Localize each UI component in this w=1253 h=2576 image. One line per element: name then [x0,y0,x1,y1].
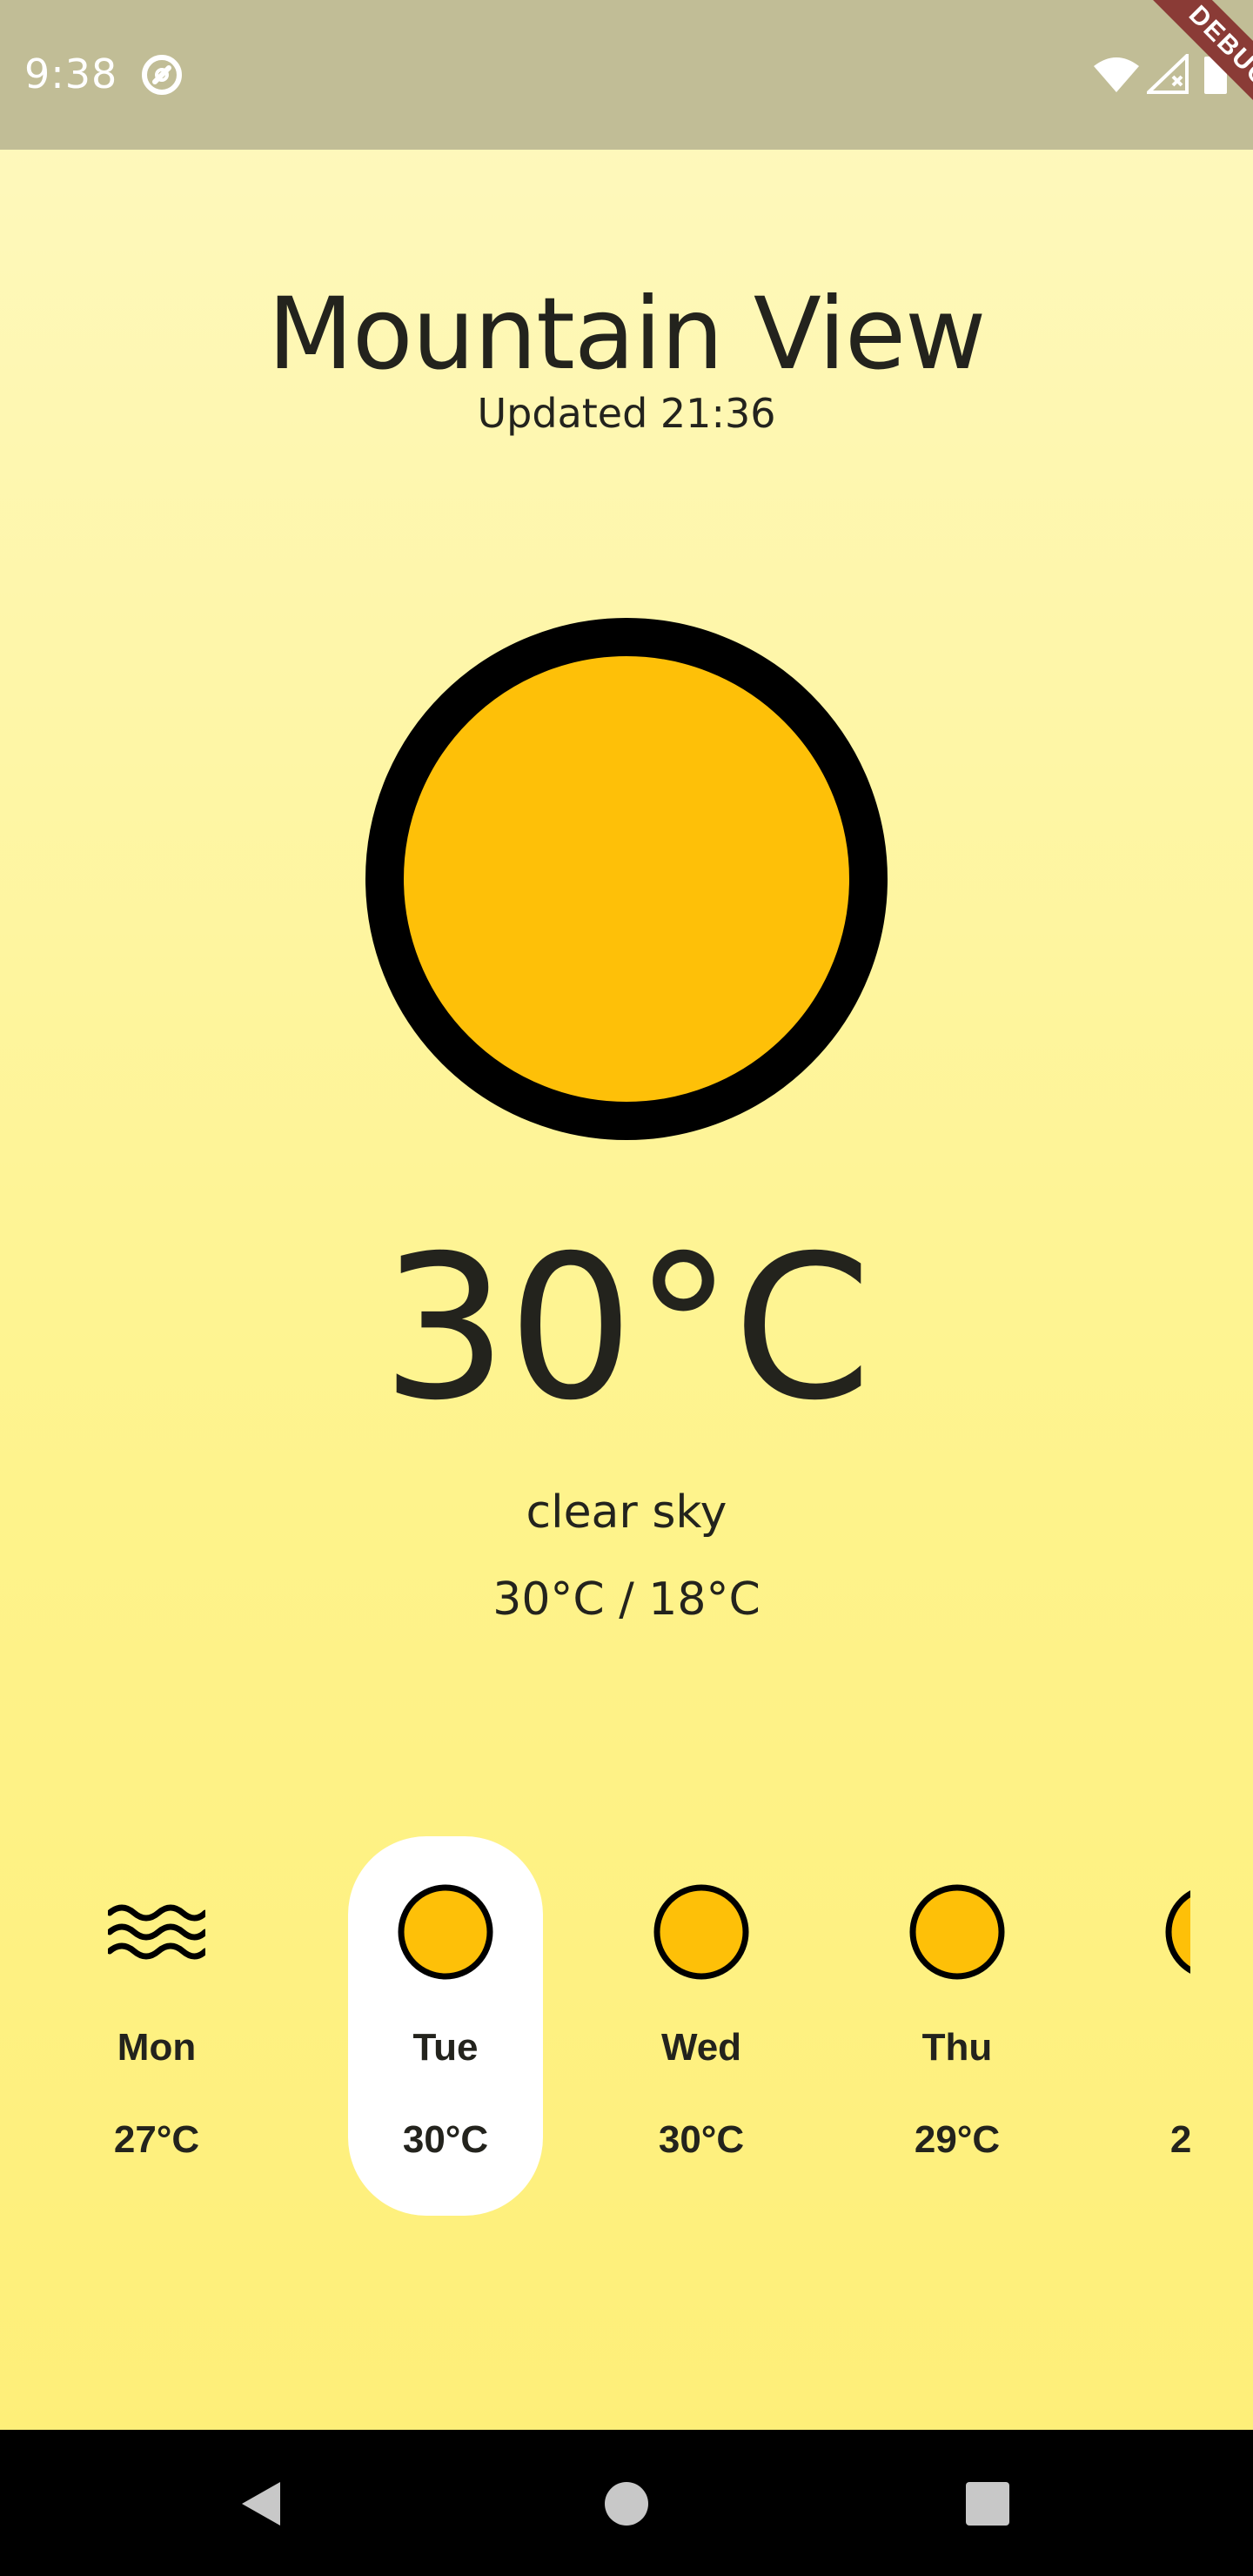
cell-signal-icon [1147,54,1189,94]
high-low-temperature: 30°C / 18°C [492,1573,761,1626]
forecast-day-name: Mon [117,2026,197,2069]
sun-icon [365,618,888,1140]
forecast-day-thu[interactable]: Thu 29°C [860,1836,1055,2216]
forecast-day-temp: 30°C [658,2118,745,2161]
status-bar: 9:38 DEBUG [0,0,1253,150]
home-icon[interactable] [595,2473,656,2534]
sun-icon [909,1884,1005,1980]
forecast-day-name: Wed [660,2026,742,2069]
status-time: 9:38 [24,50,118,97]
weather-screen: Mountain View Updated 21:36 30°C clear s… [0,150,1253,2430]
screen: 9:38 DEBUG Mountain View Updated 21:36 3… [0,0,1253,2576]
forecast-list[interactable]: Mon 27°C Tue 30°C Wed 30°C Thu 29°C 2 [59,1836,1190,2289]
back-icon[interactable] [231,2473,292,2534]
forecast-day-fri[interactable]: Fri 29°C [1116,1836,1190,2216]
app-notification-icon [142,55,182,95]
mist-icon [108,1904,205,1960]
updated-time: Updated 21:36 [477,390,776,437]
sun-icon [398,1884,493,1980]
weather-description: clear sky [526,1486,727,1539]
wifi-icon [1094,57,1139,92]
recents-icon[interactable] [957,2473,1018,2534]
forecast-day-wed[interactable]: Wed 30°C [604,1836,799,2216]
navigation-bar [0,2430,1253,2576]
forecast-day-name: Tue [412,2026,479,2069]
forecast-day-temp: 29°C [1169,2118,1190,2161]
forecast-day-mon[interactable]: Mon 27°C [59,1836,254,2216]
forecast-day-temp: 29°C [914,2118,1001,2161]
forecast-day-name: Thu [921,2026,993,2069]
forecast-day-tue[interactable]: Tue 30°C [348,1836,543,2216]
forecast-day-temp: 30°C [402,2118,489,2161]
sun-icon [653,1884,749,1980]
city-name: Mountain View [267,276,987,392]
sun-icon [1165,1890,1190,1974]
current-temperature: 30°C [381,1212,872,1444]
forecast-day-name: Fri [1116,2026,1190,2070]
forecast-day-temp: 27°C [113,2118,200,2161]
